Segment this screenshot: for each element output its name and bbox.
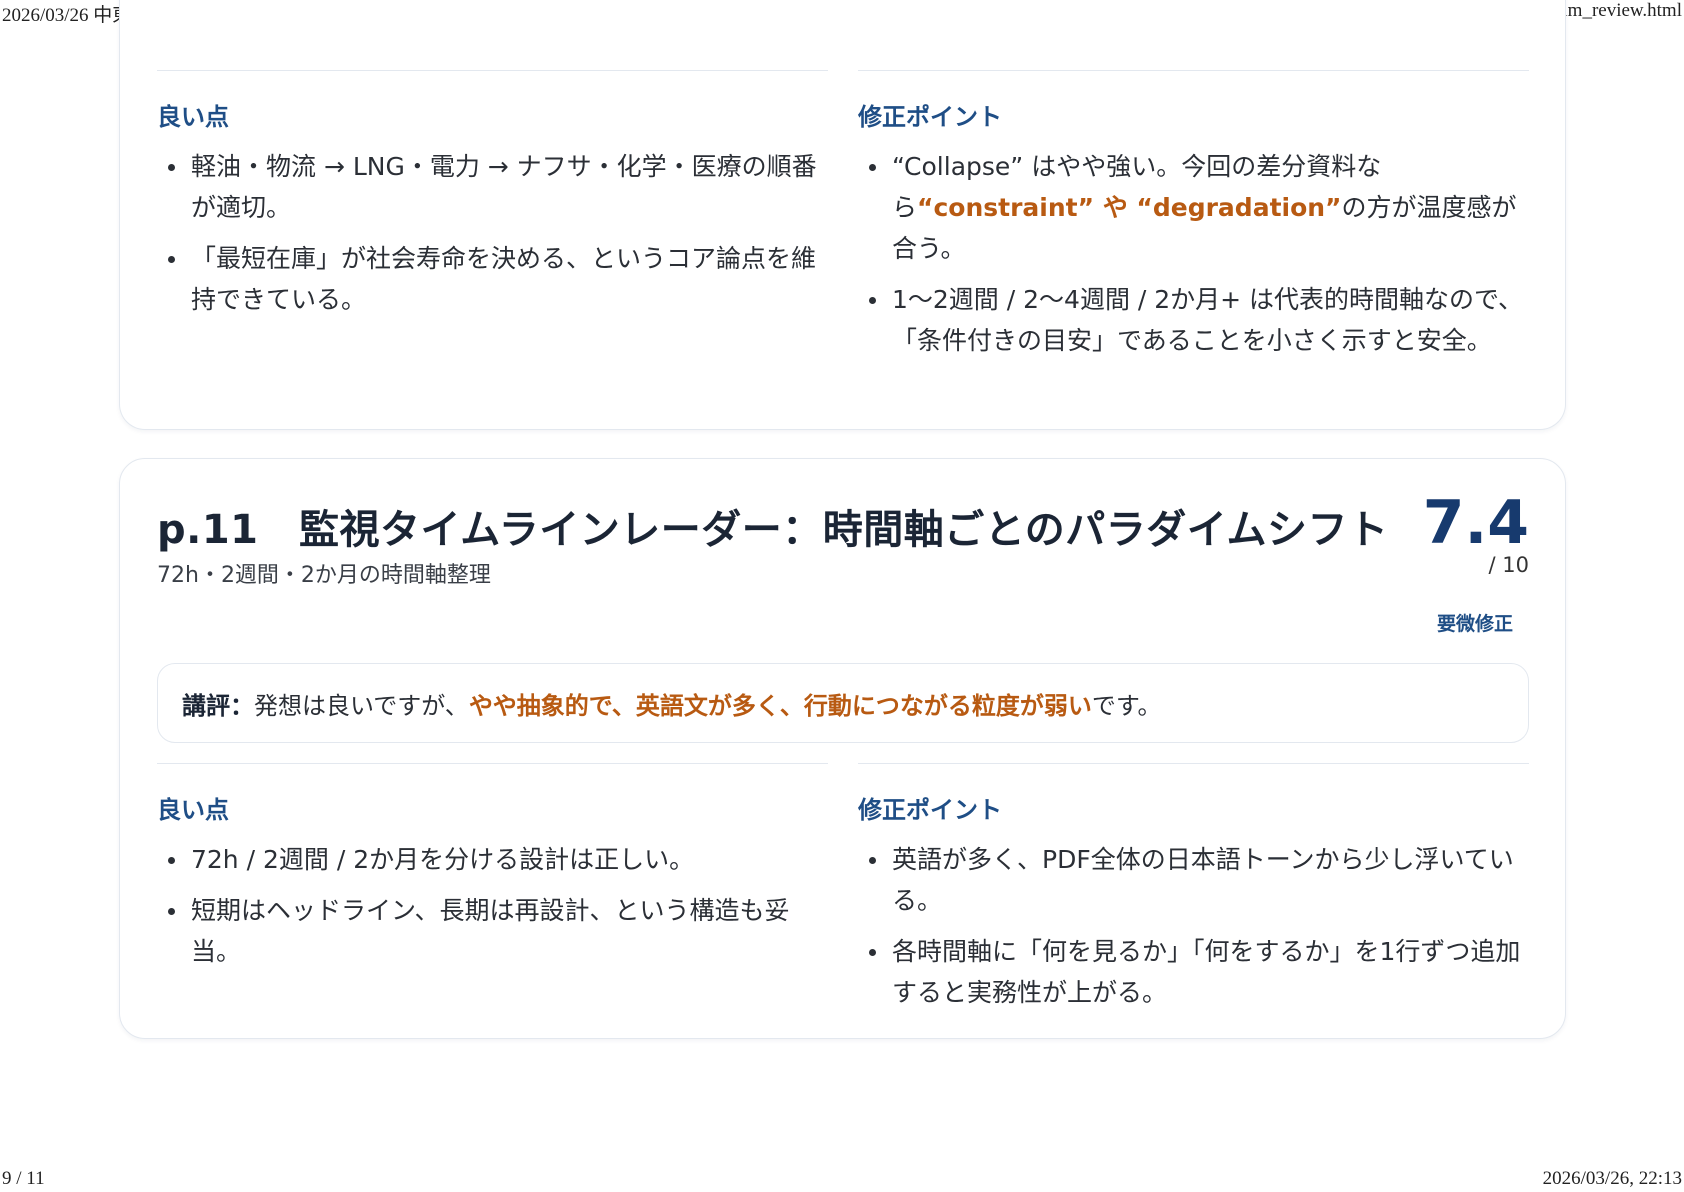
list-item: 短期はヘッドライン、長期は再設計、という構造も妥当。 xyxy=(157,890,828,972)
review-text: です。 xyxy=(1091,691,1162,720)
slide-subtitle: 72h・2週間・2か月の時間軸整理 xyxy=(157,563,491,588)
fix-points-heading: 修正ポイント xyxy=(858,796,1002,824)
fix-points-column: 修正ポイント “Collapse” はやや強い。今回の差分資料なら“constr… xyxy=(858,70,1529,371)
review-card-p11: p.11 監視タイムラインレーダー：時間軸ごとのパラダイムシフト 72h・2週間… xyxy=(119,458,1566,1039)
fix-points-list: 英語が多く、PDF全体の日本語トーンから少し浮いている。 各時間軸に「何を見るか… xyxy=(858,839,1529,1013)
score-value: 7.4 xyxy=(1422,488,1529,558)
status-badge: 要微修正 xyxy=(1436,613,1513,635)
list-item: 「最短在庫」が社会寿命を決める、というコア論点を維持できている。 xyxy=(157,238,828,320)
review-comment-box: 講評： 発想は良いですが、 やや抽象的で、英語文が多く、行動につながる粒度が弱い… xyxy=(157,663,1529,743)
list-item: 軽油・物流 → LNG・電力 → ナフサ・化学・医療の順番が適切。 xyxy=(157,146,828,228)
good-points-list: 軽油・物流 → LNG・電力 → ナフサ・化学・医療の順番が適切。 「最短在庫」… xyxy=(157,146,828,320)
score-block: 7.4 / 10 xyxy=(1423,489,1529,577)
fix-points-column: 修正ポイント 英語が多く、PDF全体の日本語トーンから少し浮いている。 各時間軸… xyxy=(858,763,1529,1023)
print-footer: 9 / 11 2026/03/26, 22:13 xyxy=(0,1168,1684,1192)
good-points-heading: 良い点 xyxy=(157,103,229,131)
list-item: 英語が多く、PDF全体の日本語トーンから少し浮いている。 xyxy=(858,839,1529,921)
fix-points-list: “Collapse” はやや強い。今回の差分資料なら“constraint” や… xyxy=(858,146,1529,361)
page-number: 9 / 11 xyxy=(2,1168,45,1189)
list-item: 各時間軸に「何を見るか」「何をするか」を1行ずつ追加すると実務性が上がる。 xyxy=(858,931,1529,1013)
good-points-heading: 良い点 xyxy=(157,796,229,824)
good-points-column: 良い点 軽油・物流 → LNG・電力 → ナフサ・化学・医療の順番が適切。 「最… xyxy=(157,70,828,371)
fix-points-heading: 修正ポイント xyxy=(858,103,1002,131)
review-columns: 良い点 軽油・物流 → LNG・電力 → ナフサ・化学・医療の順番が適切。 「最… xyxy=(157,70,1529,371)
review-columns: 良い点 72h / 2週間 / 2か月を分ける設計は正しい。 短期はヘッドライン… xyxy=(157,763,1529,1023)
print-timestamp: 2026/03/26, 22:13 xyxy=(1542,1168,1682,1189)
highlight-text: やや抽象的で、英語文が多く、行動につながる粒度が弱い xyxy=(468,691,1092,720)
list-item: “Collapse” はやや強い。今回の差分資料なら“constraint” や… xyxy=(858,146,1529,269)
review-card-previous: 良い点 軽油・物流 → LNG・電力 → ナフサ・化学・医療の順番が適切。 「最… xyxy=(119,0,1566,430)
review-text: 発想は良いですが、 xyxy=(254,691,469,720)
list-item: 72h / 2週間 / 2か月を分ける設計は正しい。 xyxy=(157,839,828,880)
slide-title: p.11 監視タイムラインレーダー：時間軸ごとのパラダイムシフト xyxy=(157,507,1389,553)
review-label: 講評： xyxy=(182,691,254,720)
good-points-column: 良い点 72h / 2週間 / 2か月を分ける設計は正しい。 短期はヘッドライン… xyxy=(157,763,828,1023)
good-points-list: 72h / 2週間 / 2か月を分ける設計は正しい。 短期はヘッドライン、長期は… xyxy=(157,839,828,972)
list-item: 1〜2週間 / 2〜4週間 / 2か月+ は代表的時間軸なので、「条件付きの目安… xyxy=(858,279,1529,361)
highlight-text: “constraint” や “degradation” xyxy=(917,193,1342,222)
